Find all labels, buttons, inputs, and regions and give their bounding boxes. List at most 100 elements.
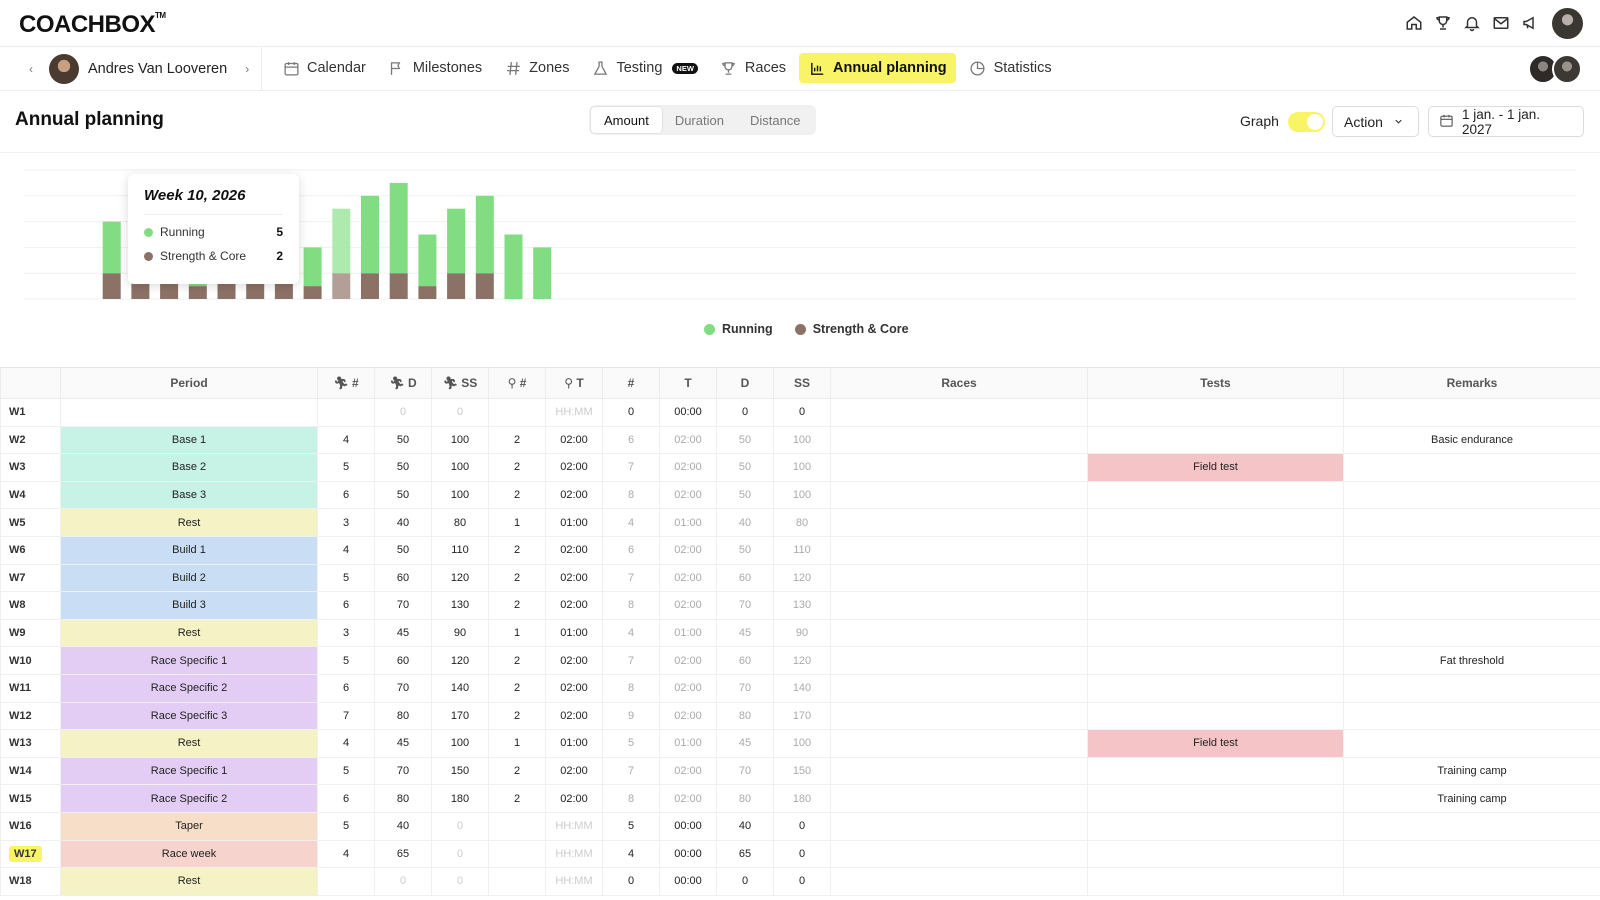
legend-running[interactable]: Running: [704, 322, 773, 336]
strength-count-cell[interactable]: 2: [488, 701, 546, 731]
table-row[interactable]: W1 0 0 HH:MM 0 00:00 0 0: [0, 398, 1600, 427]
period-cell[interactable]: Build 3: [60, 591, 318, 620]
races-cell[interactable]: [830, 646, 1088, 675]
total-time-cell[interactable]: 02:00: [659, 453, 717, 482]
run-ss-cell[interactable]: 0: [431, 811, 489, 841]
period-cell[interactable]: Rest: [60, 618, 318, 648]
remarks-cell[interactable]: [1343, 729, 1600, 758]
total-count-cell[interactable]: 5: [602, 811, 660, 841]
tests-cell[interactable]: Field test: [1087, 453, 1344, 482]
table-row[interactable]: W3 Base 2 5 50 100 2 02:00 7 02:00 50 100 Field tes…: [0, 453, 1600, 482]
tests-cell[interactable]: [1087, 811, 1344, 841]
run-ss-cell[interactable]: 80: [431, 508, 489, 537]
remarks-cell[interactable]: [1343, 535, 1600, 565]
run-distance-cell[interactable]: 65: [374, 839, 432, 869]
total-count-cell[interactable]: 7: [602, 563, 660, 593]
run-ss-cell[interactable]: 140: [431, 673, 489, 703]
total-time-cell[interactable]: 00:00: [659, 839, 717, 869]
tab-milestones[interactable]: Milestones: [379, 53, 491, 83]
period-cell[interactable]: Build 2: [60, 563, 318, 593]
total-distance-cell[interactable]: 60: [716, 646, 774, 675]
run-ss-cell[interactable]: 0: [431, 867, 489, 896]
tests-cell[interactable]: [1087, 867, 1344, 896]
period-cell[interactable]: Base 1: [60, 425, 318, 455]
strength-count-cell[interactable]: [488, 398, 546, 427]
strength-time-cell[interactable]: 02:00: [545, 756, 603, 786]
run-ss-cell[interactable]: 110: [431, 535, 489, 565]
total-count-cell[interactable]: 8: [602, 591, 660, 620]
tests-cell[interactable]: [1087, 618, 1344, 648]
run-distance-cell[interactable]: 70: [374, 591, 432, 620]
tests-cell[interactable]: [1087, 480, 1344, 510]
total-distance-cell[interactable]: 70: [716, 591, 774, 620]
run-distance-cell[interactable]: 40: [374, 508, 432, 537]
col-period[interactable]: Period: [60, 367, 318, 399]
avatar[interactable]: [1552, 54, 1582, 84]
run-distance-cell[interactable]: 60: [374, 646, 432, 675]
races-cell[interactable]: [830, 425, 1088, 455]
bell-icon[interactable]: [1462, 13, 1482, 33]
bar-strength-w13[interactable]: [418, 286, 437, 299]
remarks-cell[interactable]: [1343, 839, 1600, 869]
total-ss-cell[interactable]: 130: [773, 591, 831, 620]
tests-cell[interactable]: [1087, 398, 1344, 427]
strength-count-cell[interactable]: 1: [488, 508, 546, 537]
run-count-cell[interactable]: 4: [317, 729, 375, 758]
total-distance-cell[interactable]: 50: [716, 425, 774, 455]
strength-time-cell[interactable]: 02:00: [545, 563, 603, 593]
tab-zones[interactable]: Zones: [495, 53, 578, 83]
run-ss-cell[interactable]: 0: [431, 839, 489, 869]
total-ss-cell[interactable]: 150: [773, 756, 831, 786]
tests-cell[interactable]: Field test: [1087, 729, 1344, 758]
trophy-icon[interactable]: [1433, 13, 1453, 33]
tests-cell[interactable]: [1087, 701, 1344, 731]
remarks-cell[interactable]: Fat threshold: [1343, 646, 1600, 675]
tab-calendar[interactable]: Calendar: [273, 53, 375, 83]
run-distance-cell[interactable]: 40: [374, 811, 432, 841]
total-ss-cell[interactable]: 120: [773, 646, 831, 675]
tab-annual-planning[interactable]: Annual planning: [799, 53, 956, 83]
chevron-left-icon[interactable]: ‹: [24, 62, 38, 76]
bar-running-w13[interactable]: [418, 234, 437, 287]
bar-strength-w15[interactable]: [475, 273, 494, 299]
races-cell[interactable]: [830, 480, 1088, 510]
table-row[interactable]: W15 Race Specific 2 6 80 180 2 02:00 8 02:00 80 18…: [0, 784, 1600, 813]
run-distance-cell[interactable]: 50: [374, 480, 432, 510]
total-distance-cell[interactable]: 0: [716, 398, 774, 427]
races-cell[interactable]: [830, 591, 1088, 620]
total-distance-cell[interactable]: 80: [716, 784, 774, 813]
action-dropdown[interactable]: Action: [1332, 106, 1419, 137]
col-total-count[interactable]: #: [602, 367, 660, 399]
bar-strength-w5[interactable]: [188, 286, 207, 299]
bar-running-w16[interactable]: [504, 234, 523, 300]
run-distance-cell[interactable]: 80: [374, 701, 432, 731]
col-total-time[interactable]: T: [659, 367, 717, 399]
tab-statistics[interactable]: Statistics: [960, 53, 1061, 83]
period-cell[interactable]: Build 1: [60, 535, 318, 565]
strength-time-cell[interactable]: 02:00: [545, 480, 603, 510]
total-distance-cell[interactable]: 60: [716, 563, 774, 593]
run-ss-cell[interactable]: 120: [431, 563, 489, 593]
bar-running-w9[interactable]: [303, 247, 322, 287]
table-row[interactable]: W8 Build 3 6 70 130 2 02:00 8 02:00 70 130: [0, 591, 1600, 620]
table-row[interactable]: W16 Taper 5 40 0 HH:MM 5 00:00 40 0: [0, 811, 1600, 841]
total-ss-cell[interactable]: 100: [773, 425, 831, 455]
total-count-cell[interactable]: 4: [602, 618, 660, 648]
races-cell[interactable]: [830, 867, 1088, 896]
col-strength-count[interactable]: ⚲ #: [488, 367, 546, 399]
remarks-cell[interactable]: [1343, 673, 1600, 703]
remarks-cell[interactable]: [1343, 591, 1600, 620]
run-count-cell[interactable]: 3: [317, 508, 375, 537]
table-row[interactable]: W5 Rest 3 40 80 1 01:00 4 01:00 40 80: [0, 508, 1600, 537]
period-cell[interactable]: Rest: [60, 867, 318, 896]
total-ss-cell[interactable]: 0: [773, 839, 831, 869]
total-distance-cell[interactable]: 40: [716, 811, 774, 841]
table-row[interactable]: W6 Build 1 4 50 110 2 02:00 6 02:00 50 110: [0, 535, 1600, 565]
total-time-cell[interactable]: 00:00: [659, 867, 717, 896]
strength-time-cell[interactable]: 02:00: [545, 646, 603, 675]
total-time-cell[interactable]: 02:00: [659, 701, 717, 731]
races-cell[interactable]: [830, 729, 1088, 758]
run-count-cell[interactable]: 4: [317, 839, 375, 869]
total-ss-cell[interactable]: 0: [773, 867, 831, 896]
total-ss-cell[interactable]: 80: [773, 508, 831, 537]
